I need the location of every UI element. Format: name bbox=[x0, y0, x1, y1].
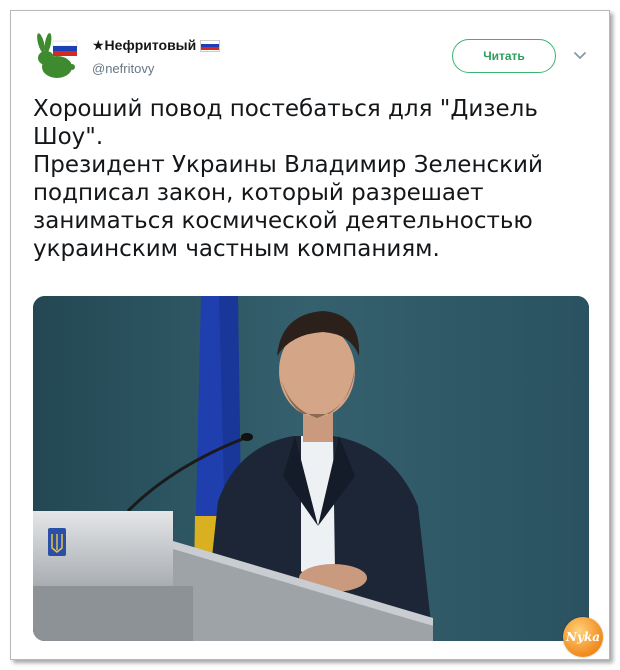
follow-button[interactable]: Читать bbox=[452, 39, 556, 73]
tweet-text: Хороший повод постебаться для "Дизель Шо… bbox=[33, 95, 593, 263]
watermark-logo: Nyka bbox=[563, 617, 603, 657]
avatar[interactable] bbox=[31, 31, 81, 81]
display-name[interactable]: ★Нефритовый bbox=[92, 37, 221, 54]
user-handle[interactable]: @nefritovy bbox=[92, 61, 154, 76]
president-podium-image bbox=[33, 296, 589, 641]
russian-flag-icon bbox=[200, 39, 221, 52]
rabbit-avatar-icon bbox=[31, 31, 81, 81]
chevron-down-icon[interactable] bbox=[572, 47, 588, 63]
tweet-paragraph: Хороший повод постебаться для "Дизель Шо… bbox=[33, 96, 538, 150]
tweet-card: ★Нефритовый @nefritovy Читать Хороший по… bbox=[10, 10, 610, 660]
display-name-text: ★Нефритовый bbox=[92, 37, 197, 53]
tweet-paragraph: Президент Украины Владимир Зеленский под… bbox=[33, 152, 543, 262]
tweet-photo[interactable] bbox=[33, 296, 589, 641]
